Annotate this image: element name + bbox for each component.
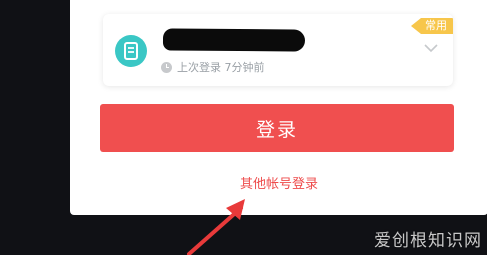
pointer-arrow-annotation: [187, 199, 245, 255]
frequent-badge: 常用: [411, 18, 453, 34]
account-name-redacted: [162, 28, 306, 52]
screenshot-stage: 常用 上次登录 7分钟前 登录 其他帐号登录 爱创根知识网: [0, 0, 487, 255]
clock-icon: [161, 61, 172, 73]
chevron-down-icon[interactable]: [424, 44, 438, 53]
other-account-login-link[interactable]: 其他帐号登录: [70, 173, 487, 192]
login-dialog: 常用 上次登录 7分钟前 登录 其他帐号登录: [70, 0, 487, 215]
account-card[interactable]: 常用 上次登录 7分钟前: [103, 14, 453, 86]
login-button[interactable]: 登录: [100, 104, 454, 152]
watermark: 爱创根知识网: [374, 231, 482, 251]
contact-book-icon: [124, 42, 138, 60]
account-avatar: [115, 35, 147, 67]
last-login-info: 上次登录 7分钟前: [161, 59, 265, 75]
last-login-text: 上次登录 7分钟前: [177, 61, 265, 74]
